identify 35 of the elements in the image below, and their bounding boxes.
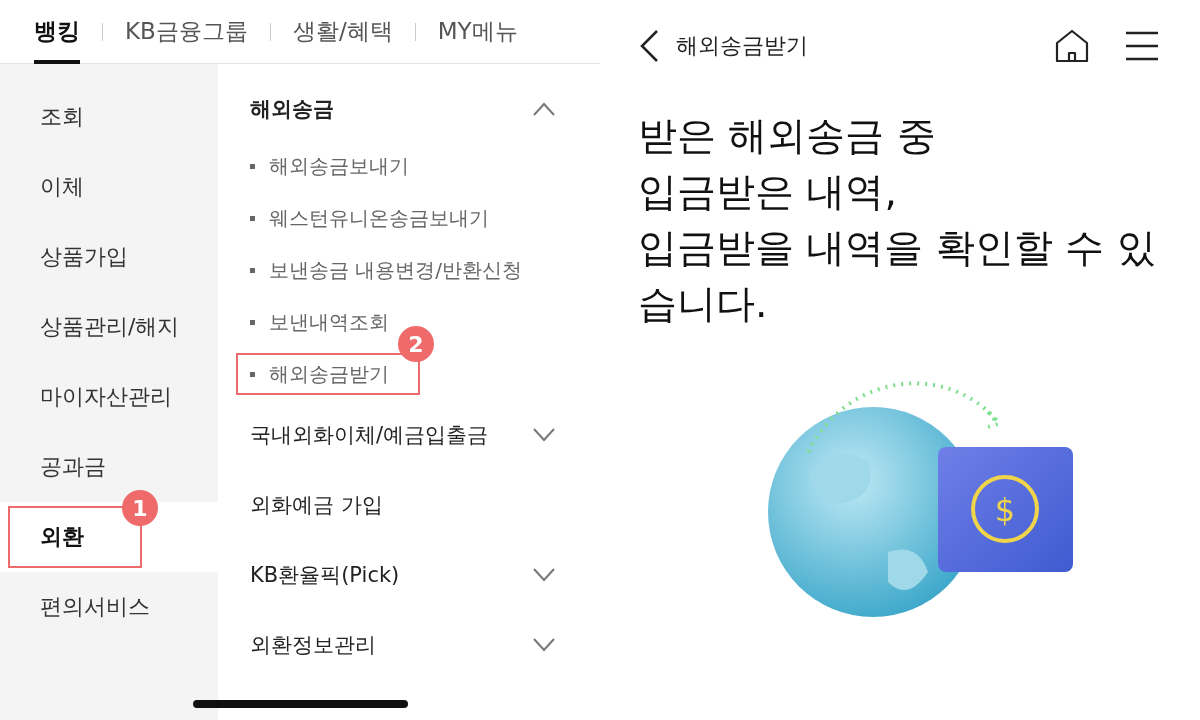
submenu-group[interactable]: KB환율픽(Pick)	[250, 540, 555, 610]
submenu-item[interactable]: 보낸내역조회	[269, 308, 389, 336]
chevron-icon[interactable]	[533, 102, 555, 116]
menu-tab[interactable]: 생활/혜택	[292, 0, 393, 64]
submenu-group[interactable]: 해외송금	[250, 78, 555, 140]
page-title: 해외송금받기	[676, 32, 809, 60]
submenu-item[interactable]: 웨스턴유니온송금보내기	[269, 204, 489, 232]
home-icon[interactable]	[1054, 28, 1090, 64]
submenu-item[interactable]: 외화예금 가입	[250, 470, 555, 540]
category-item[interactable]: 마이자산관리	[0, 362, 218, 432]
menu-tab[interactable]: MY메뉴	[437, 0, 518, 64]
chevron-icon[interactable]	[533, 428, 555, 442]
category-item[interactable]: 상품관리/해지	[0, 292, 218, 362]
bullet-icon	[250, 319, 255, 325]
category-item[interactable]: 상품가입	[0, 222, 218, 292]
step-badge: 1	[122, 490, 158, 526]
back-icon[interactable]	[638, 29, 660, 63]
chevron-icon[interactable]	[533, 638, 555, 652]
submenu-item[interactable]: 해외송금받기	[269, 360, 389, 388]
bullet-icon	[250, 267, 255, 273]
currency-symbol: $	[994, 491, 1016, 529]
submenu-item[interactable]: 해외송금보내기	[269, 152, 409, 180]
bullet-icon	[250, 215, 255, 221]
submenu-group[interactable]: 국내외화이체/예금입출금	[250, 400, 555, 470]
category-item[interactable]: 이체	[0, 152, 218, 222]
bullet-icon	[250, 163, 255, 169]
heading-text: 받은 해외송금 중 입금받은 내역, 입금받을 내역을 확인할 수 있 습니다.	[638, 112, 1157, 328]
step-badge: 2	[398, 326, 434, 362]
category-item[interactable]: 조회	[0, 82, 218, 152]
submenu-item[interactable]: 보낸송금 내용변경/반환신청	[269, 256, 523, 284]
bullet-icon	[250, 371, 255, 377]
menu-tab[interactable]: KB금융그룹	[125, 0, 248, 64]
submenu-group[interactable]: 외환정보관리	[250, 610, 555, 680]
chevron-icon[interactable]	[533, 568, 555, 582]
category-item[interactable]: 편의서비스	[0, 572, 218, 642]
